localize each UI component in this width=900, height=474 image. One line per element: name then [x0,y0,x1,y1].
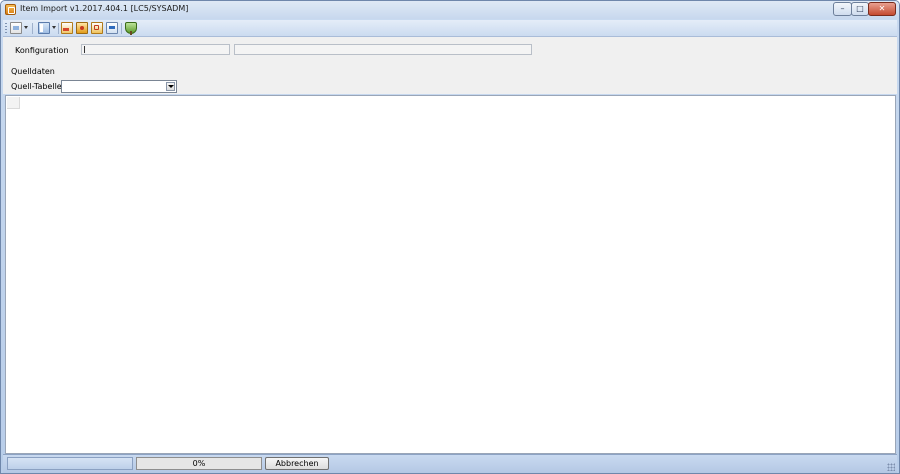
run-icon[interactable] [76,22,88,34]
konfiguration-description-field [234,44,532,55]
konfiguration-label: Konfiguration [15,46,69,55]
tree-icon[interactable] [125,22,137,35]
quell-tabelle-select[interactable] [61,80,177,93]
app-icon [5,4,16,15]
text-caret [84,46,85,53]
chevron-down-icon[interactable] [166,82,175,91]
close-icon: ✕ [878,4,886,13]
sheet-icon[interactable] [38,22,50,34]
edit-icon[interactable] [91,22,103,34]
app-window: Item Import v1.2017.404.1 [LC5/SYSADM] –… [0,0,900,474]
import-icon[interactable] [61,22,73,34]
toolbar-separator [32,23,33,34]
new-dropdown-arrow-icon[interactable] [24,26,28,29]
sheet-dropdown-arrow-icon[interactable] [52,26,56,29]
maximize-button[interactable]: □ [851,2,869,16]
status-text-panel [7,457,133,470]
cancel-button[interactable]: Abbrechen [265,457,329,470]
form-panel: Konfiguration Quelldaten Quell-Tabelle [3,37,897,94]
progress-text: 0% [192,459,206,468]
toolbar [3,20,897,37]
minimize-button[interactable]: – [833,2,852,16]
status-bar: 0% Abbrechen [3,454,897,473]
toolbar-separator [121,23,122,34]
new-document-icon[interactable] [10,22,22,34]
minimize-icon: – [840,4,845,13]
maximize-icon: □ [856,4,864,13]
progress-bar: 0% [136,457,262,470]
title-bar[interactable]: Item Import v1.2017.404.1 [LC5/SYSADM] –… [1,1,899,19]
grid-corner-cell[interactable] [7,97,20,109]
toolbar-separator [58,23,59,34]
window-title: Item Import v1.2017.404.1 [LC5/SYSADM] [20,4,189,13]
window-icon[interactable] [106,22,118,34]
data-grid[interactable] [5,95,896,454]
toolbar-grip-icon[interactable] [5,23,7,34]
quell-tabelle-label: Quell-Tabelle [11,82,62,91]
konfiguration-input[interactable] [81,44,230,55]
close-button[interactable]: ✕ [868,2,896,16]
resize-grip-icon[interactable] [887,463,895,471]
quelldaten-heading: Quelldaten [11,67,55,76]
